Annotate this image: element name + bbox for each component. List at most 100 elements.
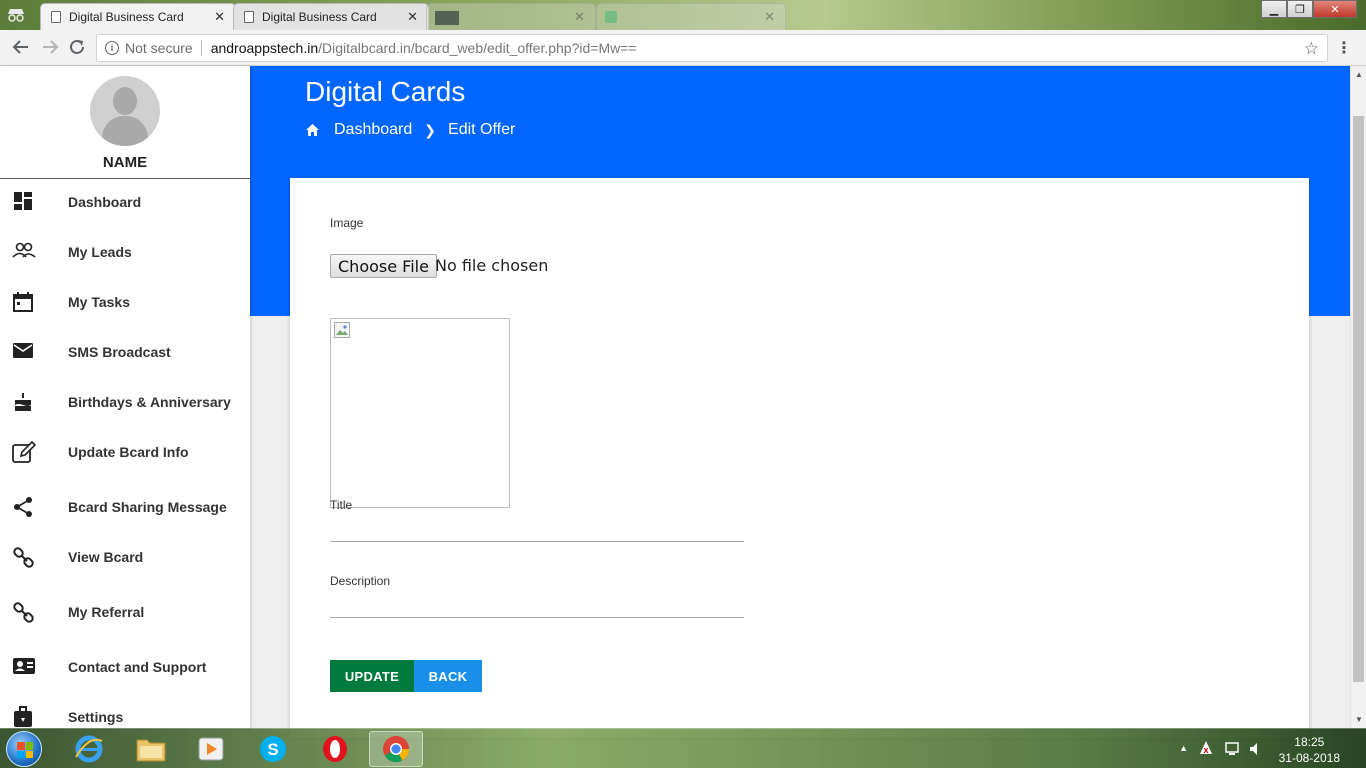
settings-icon <box>12 706 36 728</box>
profile-name: NAME <box>102 154 148 171</box>
browser-tab-active[interactable]: Digital Business Card ✕ <box>40 3 236 30</box>
link-icon <box>12 546 36 568</box>
document-icon <box>244 11 254 23</box>
sidebar-item-my-tasks[interactable]: My Tasks <box>0 282 250 322</box>
sidebar-item-dashboard[interactable]: Dashboard <box>0 182 250 222</box>
breadcrumb-current: Edit Offer <box>448 121 516 138</box>
sidebar-item-label: Birthdays & Anniversary <box>68 394 231 410</box>
image-preview <box>330 318 510 508</box>
scroll-down-icon[interactable]: ▼ <box>1355 715 1363 724</box>
cake-icon <box>12 391 36 413</box>
url-path: /Digitalbcard.in/bcard_web/edit_offer.ph… <box>318 40 637 56</box>
browser-menu-icon[interactable]: ⋮ <box>1336 38 1352 58</box>
incognito-icon <box>6 8 26 22</box>
tab-title: Digital Business Card <box>262 10 377 24</box>
page-scrollbar[interactable]: ▲ ▼ <box>1350 66 1366 728</box>
update-button[interactable]: UPDATE <box>330 660 414 692</box>
breadcrumb: Dashboard ❯ Edit Offer <box>305 121 515 139</box>
document-icon <box>51 11 61 23</box>
envelope-icon <box>12 341 36 363</box>
close-tab-icon[interactable]: ✕ <box>764 9 775 25</box>
sidebar-item-label: Settings <box>68 709 124 725</box>
address-bar[interactable]: i Not secure androappstech.in /Digitalbc… <box>96 34 1328 62</box>
scroll-up-icon[interactable]: ▲ <box>1355 70 1363 79</box>
choose-file-button[interactable]: Choose File <box>330 254 437 278</box>
sidebar-item-settings[interactable]: Settings <box>0 697 250 728</box>
scroll-thumb[interactable] <box>1353 116 1364 682</box>
sidebar-item-label: Bcard Sharing Message <box>68 499 227 515</box>
clock-time: 18:25 <box>1294 735 1325 749</box>
broken-image-icon <box>334 322 350 338</box>
link-icon <box>12 601 36 623</box>
sidebar-item-label: Contact and Support <box>68 659 207 675</box>
sidebar-item-bcard-sharing[interactable]: Bcard Sharing Message <box>0 487 250 527</box>
tab-title: Digital Business Card <box>69 10 184 24</box>
divider <box>200 40 202 56</box>
start-button[interactable] <box>6 731 42 767</box>
sidebar-item-contact-support[interactable]: Contact and Support <box>0 647 250 687</box>
minimize-icon[interactable]: ▁ <box>1261 0 1287 18</box>
url-host: androappstech.in <box>210 40 319 56</box>
description-label: Description <box>330 574 391 588</box>
sidebar-item-my-leads[interactable]: My Leads <box>0 232 250 272</box>
dashboard-icon <box>12 191 36 213</box>
taskbar-clock[interactable]: 18:25 31-08-2018 <box>1279 734 1340 766</box>
contact-card-icon <box>12 656 36 678</box>
edit-offer-form: Image Choose File No file chosen Title D… <box>290 178 1309 738</box>
close-tab-icon[interactable]: ✕ <box>214 9 225 25</box>
internet-explorer-icon[interactable] <box>62 731 116 767</box>
info-icon[interactable]: i <box>105 41 119 55</box>
sidebar-item-label: View Bcard <box>68 549 144 565</box>
windows-taskbar: S ▲ x 18:25 31-08-2018 <box>0 728 1366 768</box>
bookmark-star-icon[interactable]: ☆ <box>1304 39 1319 59</box>
svg-text:x: x <box>1203 745 1208 755</box>
security-status: Not secure <box>125 40 193 56</box>
browser-tabstrip: Digital Business Card ✕ Digital Business… <box>0 0 1366 30</box>
volume-icon[interactable] <box>1248 741 1264 760</box>
close-tab-icon[interactable]: ✕ <box>574 9 585 25</box>
description-underline <box>330 617 744 618</box>
sidebar-item-update-bcard-info[interactable]: Update Bcard Info <box>0 432 250 472</box>
title-underline <box>330 541 744 542</box>
sidebar-item-sms-broadcast[interactable]: SMS Broadcast <box>0 332 250 372</box>
chrome-icon[interactable] <box>369 731 423 767</box>
back-button[interactable]: BACK <box>414 660 482 692</box>
home-icon[interactable] <box>305 123 320 137</box>
page-title: Digital Cards <box>305 76 466 107</box>
people-icon <box>12 241 36 263</box>
file-explorer-icon[interactable] <box>124 731 178 767</box>
address-toolbar: i Not secure androappstech.in /Digitalbc… <box>0 30 1366 66</box>
network-icon[interactable] <box>1224 741 1240 760</box>
forward-arrow-icon[interactable] <box>41 38 59 61</box>
calendar-icon <box>12 291 36 313</box>
back-arrow-icon[interactable] <box>12 38 30 61</box>
show-hidden-icons-icon[interactable]: ▲ <box>1179 743 1188 753</box>
sidebar-item-view-bcard[interactable]: View Bcard <box>0 537 250 577</box>
sidebar-item-label: Update Bcard Info <box>68 444 189 460</box>
window-controls: ▁ ❐ ✕ <box>1261 0 1357 18</box>
action-center-icon[interactable]: x <box>1198 739 1214 760</box>
sidebar-item-birthdays[interactable]: Birthdays & Anniversary <box>0 382 250 422</box>
chevron-right-icon: ❯ <box>424 121 437 138</box>
reload-icon[interactable] <box>68 38 86 61</box>
browser-tab[interactable]: Digital Business Card ✕ <box>233 3 429 30</box>
media-player-icon[interactable] <box>184 731 238 767</box>
restore-icon[interactable]: ❐ <box>1287 0 1313 18</box>
favicon-icon <box>605 11 617 23</box>
sidebar-item-my-referral[interactable]: My Referral <box>0 592 250 632</box>
profile-section: NAME <box>0 66 250 179</box>
title-input[interactable] <box>330 515 744 541</box>
opera-icon[interactable] <box>308 731 362 767</box>
sidebar: NAME Dashboard My Leads My Tasks SMS Bro… <box>0 66 250 728</box>
skype-icon[interactable]: S <box>246 731 300 767</box>
edit-icon <box>12 440 37 463</box>
windows-logo-icon <box>17 742 33 758</box>
breadcrumb-dashboard-link[interactable]: Dashboard <box>334 121 412 139</box>
sidebar-item-label: My Referral <box>68 604 145 620</box>
favicon-icon <box>435 11 459 25</box>
browser-tab[interactable]: ✕ <box>426 3 596 30</box>
browser-tab[interactable]: ✕ <box>596 3 786 30</box>
close-tab-icon[interactable]: ✕ <box>407 9 418 25</box>
close-window-icon[interactable]: ✕ <box>1313 0 1357 18</box>
description-input[interactable] <box>330 591 744 617</box>
